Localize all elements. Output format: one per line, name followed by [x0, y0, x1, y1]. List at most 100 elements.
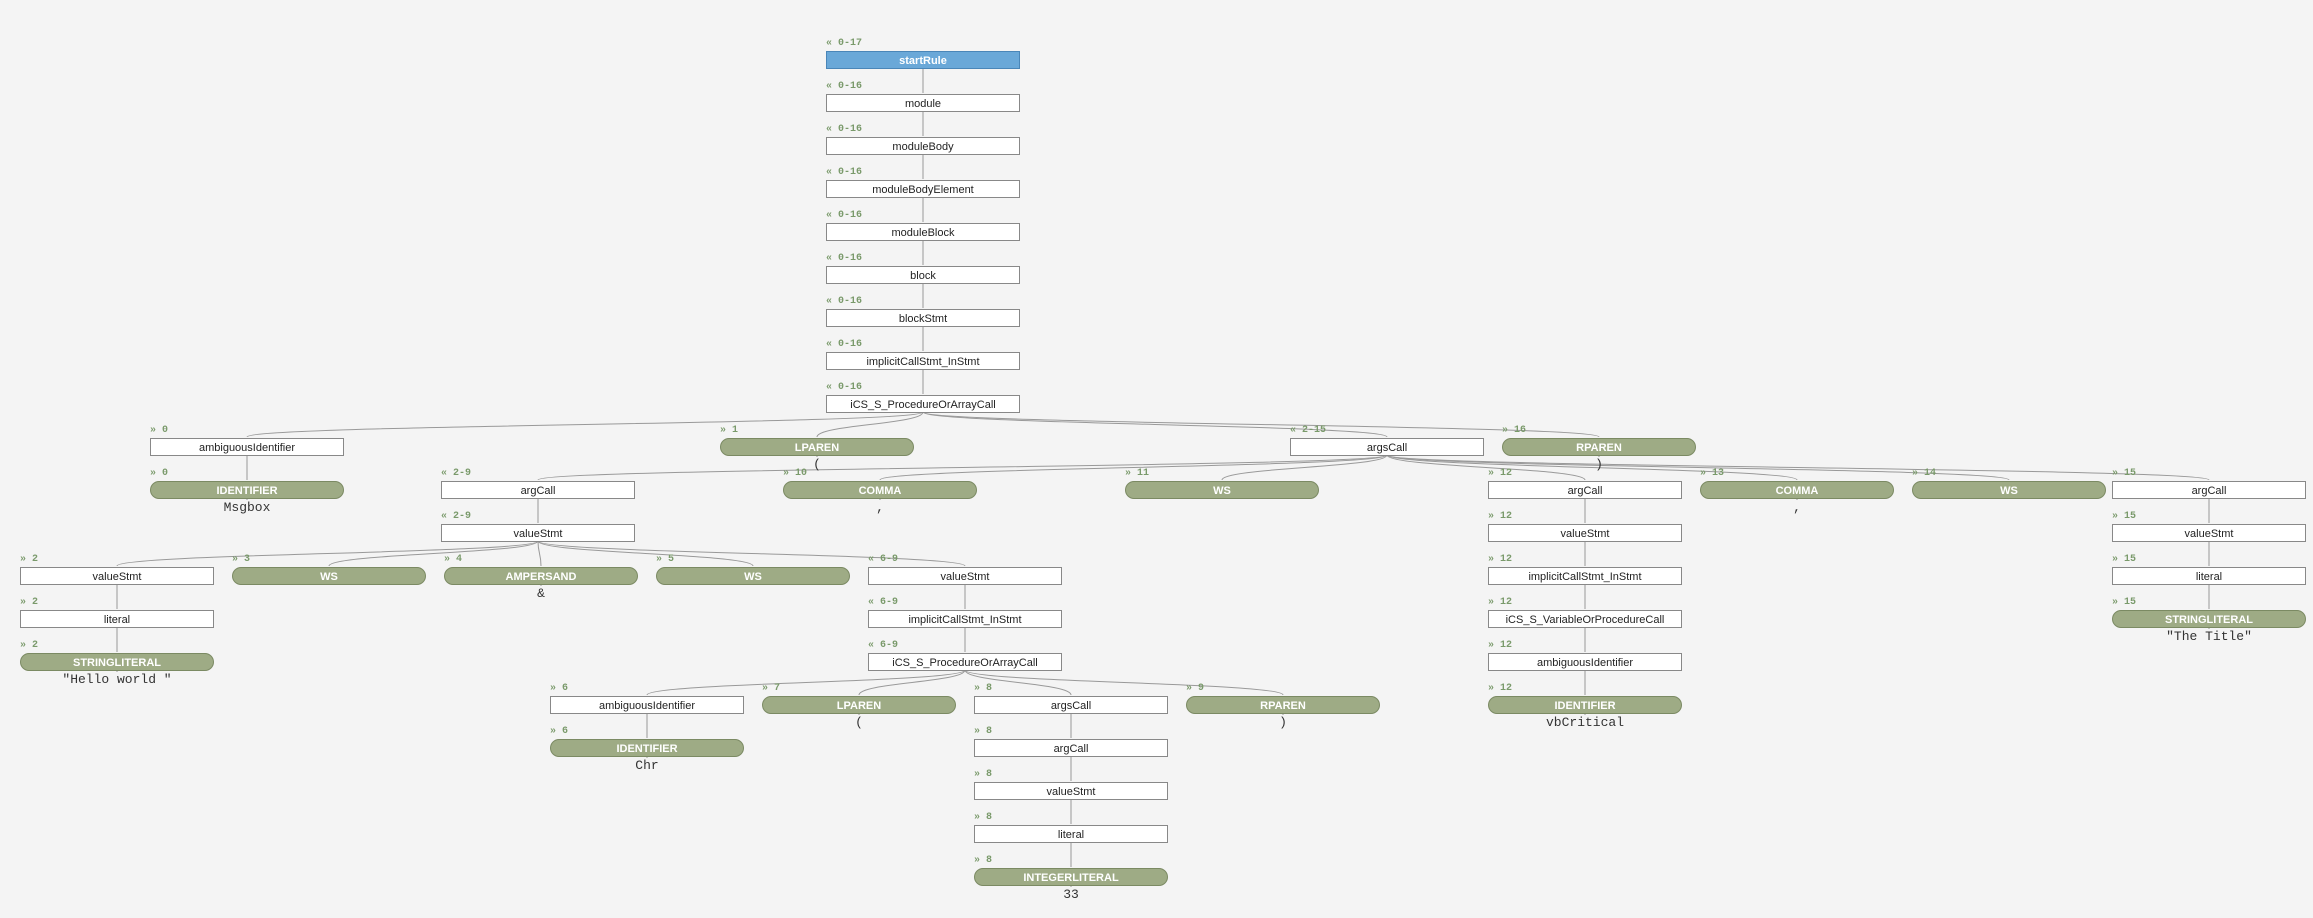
node-index: » 15 [2112, 597, 2306, 608]
node-n45[interactable]: » 15valueStmt [2112, 511, 2306, 542]
node-index: » 3 [232, 554, 426, 565]
node-n32: » 7 LPAREN [762, 683, 956, 714]
node-index: « 0-16 [826, 210, 1020, 221]
node-n11[interactable]: « 2-15argsCall [1290, 425, 1484, 456]
leaf-text: vbCritical [1546, 715, 1624, 730]
node-box: IDENTIFIER [550, 739, 744, 757]
node-box: valueStmt [974, 782, 1168, 800]
node-n20[interactable]: » 15argCall [2112, 468, 2306, 499]
node-n19: » 14 WS [1912, 468, 2106, 499]
node-n27[interactable]: » 2literal [20, 597, 214, 628]
node-box: module [826, 94, 1020, 112]
node-index: « 0-16 [826, 124, 1020, 135]
node-n42[interactable]: » 12 iCS_S_VariableOrProcedureCall [1488, 597, 1682, 628]
leaf-text: Msgbox [224, 500, 271, 515]
node-box: moduleBody [826, 137, 1020, 155]
node-box: literal [974, 825, 1168, 843]
node-index: » 7 [762, 683, 956, 694]
node-n38[interactable]: » 8literal [974, 812, 1168, 843]
node-n2[interactable]: « 0-16 moduleBody [826, 124, 1020, 155]
node-index: » 14 [1912, 468, 2106, 479]
node-box: IDENTIFIER [150, 481, 344, 499]
node-index: » 0 [150, 468, 344, 479]
node-n6[interactable]: « 0-16 blockStmt [826, 296, 1020, 327]
node-n37[interactable]: » 8valueStmt [974, 769, 1168, 800]
leaf-text: & [537, 586, 545, 601]
node-box: moduleBlock [826, 223, 1020, 241]
leaf-text: , [876, 500, 884, 515]
node-n5[interactable]: « 0-16block [826, 253, 1020, 284]
node-box: argCall [974, 739, 1168, 757]
node-index: » 6 [550, 683, 744, 694]
node-index: » 15 [2112, 554, 2306, 565]
node-index: » 12 [1488, 511, 1682, 522]
node-n4[interactable]: « 0-16 moduleBlock [826, 210, 1020, 241]
node-n40[interactable]: » 12 valueStmt [1488, 511, 1682, 542]
leaf-text: Chr [635, 758, 658, 773]
node-box: COMMA [783, 481, 977, 499]
node-n29[interactable]: « 6-9implicitCallStmt_InStmt [868, 597, 1062, 628]
node-box: implicitCallStmt_InStmt [868, 610, 1062, 628]
node-n33[interactable]: » 8argsCall [974, 683, 1168, 714]
node-index: » 8 [974, 855, 1168, 866]
node-box: RPAREN [1186, 696, 1380, 714]
node-index: » 15 [2112, 511, 2306, 522]
node-box: valueStmt [1488, 524, 1682, 542]
node-index: « 0-16 [826, 339, 1020, 350]
node-n10: » 1LPAREN [720, 425, 914, 456]
node-n12: » 16 RPAREN [1502, 425, 1696, 456]
node-box: argCall [1488, 481, 1682, 499]
node-n18: » 13COMMA [1700, 468, 1894, 499]
node-box: STRINGLITERAL [2112, 610, 2306, 628]
node-index: » 12 [1488, 597, 1682, 608]
node-n46[interactable]: » 15 literal [2112, 554, 2306, 585]
node-index: « 2-9 [441, 511, 635, 522]
node-index: » 6 [550, 726, 744, 737]
node-n22[interactable]: » 2 valueStmt [20, 554, 214, 585]
node-box: valueStmt [20, 567, 214, 585]
node-n36[interactable]: » 8argCall [974, 726, 1168, 757]
tree-diagram: « 0-17startRule« 0-16module« 0-16moduleB… [0, 0, 2313, 918]
node-index: » 16 [1502, 425, 1696, 436]
node-n43[interactable]: » 12ambiguousIdentifier [1488, 640, 1682, 671]
node-index: » 2 [20, 554, 214, 565]
node-index: » 0 [150, 425, 344, 436]
node-box: iCS_S_VariableOrProcedureCall [1488, 610, 1682, 628]
node-index: » 10 [783, 468, 977, 479]
node-n8[interactable]: « 0-16 iCS_S_ProcedureOrArrayCall [826, 382, 1020, 413]
node-box: RPAREN [1502, 438, 1696, 456]
node-n31[interactable]: » 6ambiguousIdentifier [550, 683, 744, 714]
node-n26[interactable]: « 6-9valueStmt [868, 554, 1062, 585]
node-box: argsCall [974, 696, 1168, 714]
node-n30[interactable]: « 6-9iCS_S_ProcedureOrArrayCall [868, 640, 1062, 671]
leaf-text: "Hello world " [62, 672, 171, 687]
node-index: « 0-16 [826, 382, 1020, 393]
node-box: moduleBodyElement [826, 180, 1020, 198]
node-box: STRINGLITERAL [20, 653, 214, 671]
node-box: LPAREN [762, 696, 956, 714]
node-n7[interactable]: « 0-16implicitCallStmt_InStmt [826, 339, 1020, 370]
node-index: » 9 [1186, 683, 1380, 694]
node-box: valueStmt [868, 567, 1062, 585]
node-box: iCS_S_ProcedureOrArrayCall [826, 395, 1020, 413]
node-n17[interactable]: » 12argCall [1488, 468, 1682, 499]
node-box: startRule [826, 51, 1020, 69]
node-box: iCS_S_ProcedureOrArrayCall [868, 653, 1062, 671]
node-box: argCall [441, 481, 635, 499]
node-box: literal [2112, 567, 2306, 585]
node-n41[interactable]: » 12implicitCallStmt_InStmt [1488, 554, 1682, 585]
node-index: « 2-15 [1290, 425, 1484, 436]
node-n14[interactable]: « 2-9argCall [441, 468, 635, 499]
node-n21[interactable]: « 2-9valueStmt [441, 511, 635, 542]
node-index: « 0-16 [826, 296, 1020, 307]
node-n9[interactable]: » 0ambiguousIdentifier [150, 425, 344, 456]
node-n1[interactable]: « 0-16module [826, 81, 1020, 112]
node-box: blockStmt [826, 309, 1020, 327]
node-n3[interactable]: « 0-16moduleBodyElement [826, 167, 1020, 198]
node-box: block [826, 266, 1020, 284]
node-n39: » 8INTEGERLITERAL [974, 855, 1168, 886]
node-index: » 15 [2112, 468, 2306, 479]
node-box: WS [1912, 481, 2106, 499]
node-index: » 13 [1700, 468, 1894, 479]
node-n0[interactable]: « 0-17startRule [826, 38, 1020, 69]
